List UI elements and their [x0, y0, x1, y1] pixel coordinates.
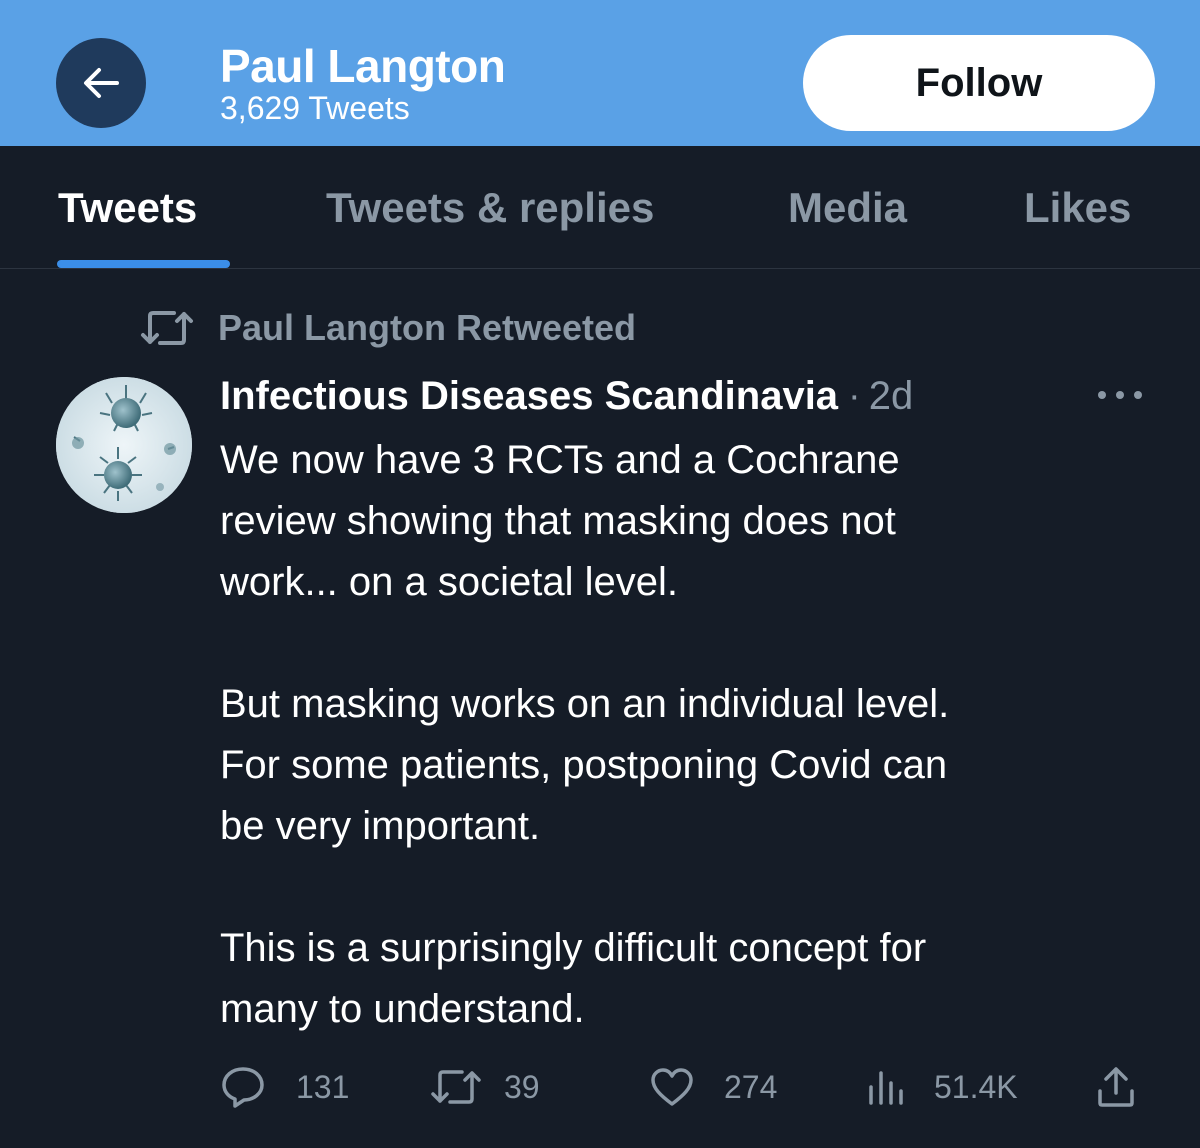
tab-tweets[interactable]: Tweets [58, 184, 197, 232]
separator: · [848, 374, 861, 417]
retweet-button[interactable]: 39 [430, 1060, 540, 1114]
reply-icon [220, 1065, 266, 1109]
back-button[interactable] [56, 38, 146, 128]
tweet-text: We now have 3 RCTs and a Cochrane review… [220, 430, 1160, 1040]
active-tab-indicator [57, 260, 230, 268]
views-count: 51.4K [934, 1068, 1018, 1105]
share-button[interactable] [1096, 1060, 1136, 1114]
share-icon [1096, 1065, 1136, 1109]
reply-count: 131 [296, 1068, 350, 1105]
profile-tabs: Tweets Tweets & replies Media Likes [0, 146, 1200, 269]
profile-name: Paul Langton [220, 40, 506, 92]
tweet-paragraph: But masking works on an individual level… [220, 682, 950, 848]
retweet-icon [140, 308, 194, 348]
reply-button[interactable]: 131 [220, 1060, 349, 1114]
profile-page: Paul Langton 3,629 Tweets Follow Tweets … [0, 0, 1200, 1148]
tweet-time[interactable]: 2d [869, 374, 914, 419]
views-icon [866, 1067, 906, 1107]
retweet-note[interactable]: Paul Langton Retweeted [218, 307, 636, 349]
more-icon-dot [1116, 391, 1124, 399]
tweet-header: Infectious Diseases Scandinavia · 2d [220, 370, 913, 422]
more-icon-dot [1098, 391, 1106, 399]
retweet-count: 39 [504, 1068, 540, 1105]
retweet-context: Paul Langton Retweeted [140, 306, 636, 350]
tweet-paragraph: This is a surprisingly difficult concept… [220, 926, 927, 1031]
more-options-button[interactable] [1098, 380, 1142, 410]
tweet-actions: 131 39 274 51.4K [220, 1060, 1140, 1114]
arrow-left-icon [81, 65, 121, 101]
like-count: 274 [724, 1068, 778, 1105]
tweet-paragraph: We now have 3 RCTs and a Cochrane review… [220, 438, 900, 604]
tweet-count: 3,629 Tweets [220, 90, 410, 126]
views-button[interactable]: 51.4K [866, 1060, 1018, 1114]
like-button[interactable]: 274 [650, 1060, 777, 1114]
profile-header: Paul Langton 3,629 Tweets Follow [0, 0, 1200, 146]
author-name[interactable]: Infectious Diseases Scandinavia [220, 374, 838, 419]
tab-tweets-and-replies[interactable]: Tweets & replies [326, 184, 654, 232]
retweet-icon [430, 1067, 482, 1107]
more-icon-dot [1134, 391, 1142, 399]
heart-icon [650, 1067, 694, 1107]
author-avatar[interactable] [56, 377, 192, 513]
tab-media[interactable]: Media [788, 184, 907, 232]
virus-avatar-icon [56, 377, 192, 513]
follow-button[interactable]: Follow [803, 35, 1155, 131]
tab-likes[interactable]: Likes [1024, 184, 1131, 232]
